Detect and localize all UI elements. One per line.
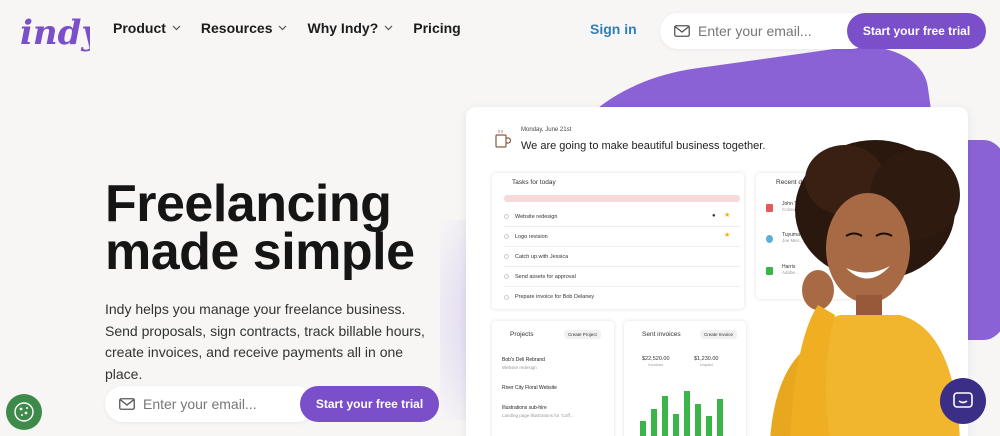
nav-why-indy-label: Why Indy? (307, 20, 379, 36)
cookie-icon (14, 402, 34, 422)
project-item[interactable]: Bob's Deli Rebrand Website redesign (502, 357, 545, 370)
invoice-bar-paid (651, 409, 657, 436)
task-label: Send assets for approval (515, 273, 576, 280)
nav-pricing[interactable]: Pricing (413, 20, 460, 36)
nav-resources-label: Resources (200, 20, 273, 36)
task-item[interactable]: Catch up with Jessica (504, 247, 740, 267)
mail-icon (119, 398, 135, 410)
headline-line-2: made simple (105, 223, 415, 281)
invoice-bar-paid (706, 416, 712, 436)
chevron-down-icon (384, 25, 393, 31)
task-item[interactable]: Website redesign (504, 207, 740, 227)
invoices-panel: Sent invoices Create Invoice $22,520.00 I… (624, 321, 746, 436)
invoice-unpaid: $1,230.00 Unpaid (694, 356, 719, 367)
task-item[interactable]: Logo revision (504, 227, 740, 247)
nav-resources[interactable]: Resources (201, 20, 288, 36)
invoice-bar-paid (673, 414, 679, 436)
task-label: Logo revision (515, 233, 548, 240)
hero-subcopy: Indy helps you manage your freelance bus… (105, 301, 425, 382)
sign-in-link[interactable]: Sign in (590, 21, 637, 37)
chevron-down-icon (172, 25, 181, 31)
invoice-bar-paid (717, 399, 723, 436)
header-email-field (660, 13, 870, 49)
hero-email-field (105, 386, 315, 422)
nav-product[interactable]: Product (113, 20, 181, 36)
tasks-title: Tasks for today (512, 179, 556, 186)
hero-headline: Freelancing made simple (105, 175, 445, 281)
indy-logo[interactable]: indy (18, 6, 103, 56)
task-item[interactable]: Send assets for approval (504, 267, 740, 287)
task-item[interactable]: Prepare invoice for Bob Delaney (504, 287, 740, 307)
checkbox-icon (504, 294, 509, 300)
tasks-progress-bar (504, 195, 740, 202)
cookie-settings-button[interactable] (6, 394, 42, 430)
chevron-down-icon (279, 25, 287, 31)
nav-product-label: Product (113, 20, 166, 36)
headline-line-1: Freelancing (105, 175, 392, 233)
invoice-bar-paid (640, 421, 646, 436)
checkbox-icon (504, 214, 509, 219)
dashboard-date: Monday, June 21st (521, 127, 572, 133)
star-icon: ★ (724, 212, 731, 219)
invoice-bar-paid (662, 396, 668, 436)
task-label: Website redesign (515, 213, 558, 220)
nav-pricing-label: Pricing (413, 20, 461, 36)
task-label: Catch up with Jessica (515, 253, 569, 260)
coffee-icon (495, 130, 511, 148)
invoice-bar-paid (695, 404, 701, 436)
header-email-input[interactable] (698, 23, 838, 39)
invoice-bar-paid (684, 391, 690, 436)
invoices-title: Sent invoices (642, 331, 681, 338)
dashboard-greeting: We are going to make beautiful business … (521, 140, 766, 152)
main-nav: Product Resources Why Indy? Pricing (113, 20, 461, 36)
logo-text: indy (20, 13, 90, 53)
tasks-panel: Tasks for today Website redesign Logo re… (492, 173, 744, 309)
create-invoice-button[interactable]: Create Invoice (700, 330, 738, 339)
projects-panel: Projects Create Project Bob's Deli Rebra… (492, 321, 614, 436)
nav-why-indy[interactable]: Why Indy? (307, 20, 393, 36)
hero-email-input[interactable] (143, 396, 283, 412)
mail-icon (674, 25, 690, 37)
hero-free-trial-button[interactable]: Start your free trial (300, 386, 439, 422)
invoice-total: $22,520.00 Invoices (642, 356, 670, 367)
project-item[interactable]: River City Floral Website (502, 385, 557, 391)
star-icon: ★ (724, 232, 731, 239)
project-item[interactable]: Illustrations sub-hire Landing page illus… (502, 405, 574, 418)
create-project-button[interactable]: Create Project (564, 330, 601, 339)
chat-button[interactable] (940, 378, 986, 424)
checkbox-icon (504, 274, 509, 279)
header-free-trial-button[interactable]: Start your free trial (847, 13, 986, 49)
task-label: Prepare invoice for Bob Delaney (515, 294, 595, 300)
checkbox-icon (504, 254, 509, 259)
projects-title: Projects (510, 331, 534, 338)
chat-icon (953, 392, 973, 408)
checkbox-icon (504, 234, 509, 239)
bell-icon: ● (712, 213, 716, 219)
